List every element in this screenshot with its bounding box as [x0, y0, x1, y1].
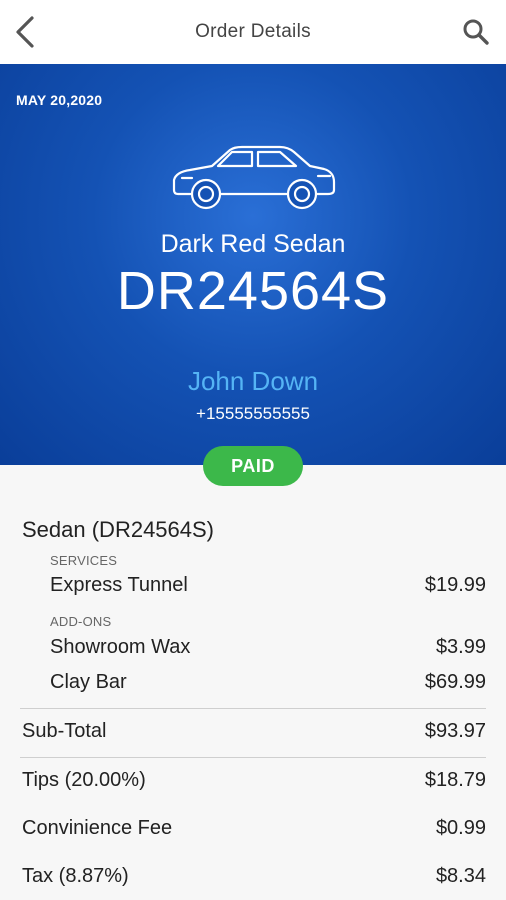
top-bar: Order Details [0, 0, 506, 64]
subtotal-amount: $93.97 [424, 720, 486, 742]
customer-name[interactable]: John Down [0, 366, 506, 397]
line-item-label: Showroom Wax [50, 636, 191, 658]
line-item-amount: $3.99 [435, 636, 486, 658]
line-item: Showroom Wax $3.99 [0, 636, 506, 666]
tips-label: Tips (20.00%) [22, 769, 146, 791]
search-icon[interactable] [462, 18, 490, 46]
line-item-label: Clay Bar [50, 671, 127, 693]
line-item-label: Express Tunnel [50, 574, 188, 596]
fee-amount: $0.99 [435, 817, 486, 839]
customer-phone[interactable]: +15555555555 [0, 404, 506, 424]
vehicle-summary: Sedan (DR24564S) [22, 517, 215, 542]
order-date: MAY 20,2020 [16, 92, 103, 108]
fee-row: Convinience Fee $0.99 [0, 817, 506, 847]
vehicle-model: Dark Red Sedan [160, 230, 346, 258]
fee-label: Convinience Fee [22, 817, 173, 839]
back-arrow-icon[interactable] [12, 14, 40, 50]
addons-header: ADD-ONS [50, 614, 112, 629]
line-item-amount: $69.99 [424, 671, 486, 693]
vehicle-hero: MAY 20,2020 Dark Red Sedan DR24564S John… [0, 64, 506, 465]
car-icon [172, 145, 336, 210]
tips-amount: $18.79 [424, 769, 486, 791]
subtotal-label: Sub-Total [22, 720, 107, 742]
divider [20, 757, 486, 758]
tips-row: Tips (20.00%) $18.79 [0, 769, 506, 799]
line-item: Express Tunnel $19.99 [0, 574, 506, 604]
tax-amount: $8.34 [435, 865, 486, 887]
services-header: SERVICES [50, 553, 118, 568]
status-badge: PAID [203, 446, 303, 486]
subtotal-row: Sub-Total $93.97 [0, 720, 506, 750]
license-plate: DR24564S [116, 261, 390, 321]
page-title: Order Details [195, 21, 311, 42]
tax-label: Tax (8.87%) [22, 865, 129, 887]
tax-row: Tax (8.87%) $8.34 [0, 865, 506, 895]
line-item-amount: $19.99 [424, 574, 486, 596]
line-item: Clay Bar $69.99 [0, 671, 506, 701]
divider [20, 708, 486, 709]
